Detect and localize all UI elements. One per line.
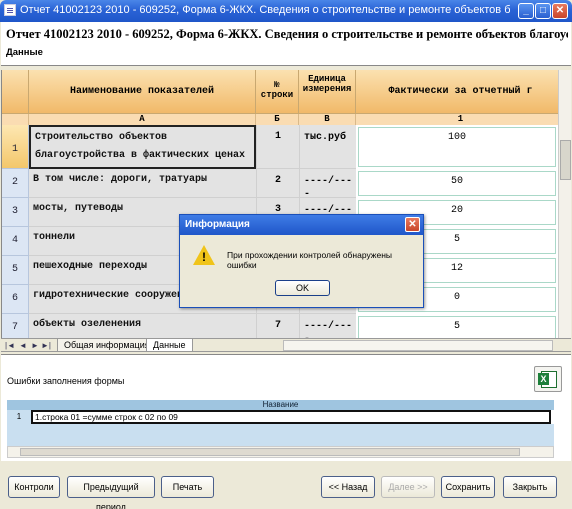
excel-export-icon[interactable]: X — [534, 366, 562, 392]
column-code-v: В — [299, 114, 356, 125]
errors-title: Ошибки заполнения формы — [7, 376, 125, 386]
info-dialog: Информация ✕ ! При прохождении контролей… — [179, 214, 424, 308]
row-header[interactable]: 2 — [2, 169, 29, 198]
report-title: Отчет 41002123 2010 - 609252, Форма 6-ЖК… — [6, 27, 568, 41]
row-header[interactable]: 1 — [2, 125, 29, 169]
app-icon — [4, 4, 16, 16]
last-sheet-icon[interactable]: ►| — [41, 341, 51, 350]
error-row[interactable]: 1.строка 01 =сумме строк с 02 по 09 — [31, 410, 551, 424]
maximize-button[interactable]: □ — [535, 3, 551, 19]
table-cell-unit[interactable]: ----/--- - — [299, 314, 356, 338]
row-header[interactable]: 5 — [2, 256, 29, 285]
table-cell-num[interactable]: 7 — [256, 314, 299, 338]
first-sheet-icon[interactable]: |◄ — [5, 341, 15, 350]
grid-horizontal-scrollbar[interactable] — [283, 340, 553, 351]
row-header[interactable]: 4 — [2, 227, 29, 256]
print-button[interactable]: Печать — [161, 476, 214, 498]
errors-panel: Ошибки заполнения формы X Название 1 1.с… — [1, 354, 571, 461]
table-cell-name[interactable]: объекты озеленения — [29, 314, 256, 338]
errors-column-header[interactable]: Название — [7, 400, 554, 410]
next-button[interactable]: Далее >> — [381, 476, 435, 498]
row-header[interactable]: 3 — [2, 198, 29, 227]
table-cell-value[interactable]: 50 — [358, 171, 556, 196]
warning-mark: ! — [202, 250, 206, 264]
table-cell-unit[interactable]: ----/--- - — [299, 169, 356, 200]
table-cell-unit[interactable]: тыс.руб — [299, 125, 356, 169]
save-button[interactable]: Сохранить — [441, 476, 495, 498]
grid-corner — [2, 70, 29, 114]
window-titlebar[interactable]: Отчет 41002123 2010 - 609252, Форма 6-ЖК… — [0, 0, 572, 22]
ok-button[interactable]: OK — [275, 280, 330, 296]
table-cell-name[interactable]: Строительство объектов благоустройства в… — [29, 125, 256, 169]
dialog-close-icon[interactable]: ✕ — [405, 217, 420, 232]
next-sheet-icon[interactable]: ► — [31, 341, 39, 350]
column-header-actual[interactable]: Фактически за отчетный г — [356, 70, 558, 114]
column-header-name[interactable]: Наименование показателей — [29, 70, 256, 114]
tab-general-info[interactable]: Общая информация — [57, 339, 157, 352]
errors-empty-area — [7, 424, 554, 446]
dialog-message: При прохождении контролей обнаружены оши… — [227, 250, 393, 270]
back-button[interactable]: << Назад — [321, 476, 375, 498]
table-cell-num[interactable]: 2 — [256, 169, 299, 198]
prev-sheet-icon[interactable]: ◄ — [19, 341, 27, 350]
column-code-b: Б — [256, 114, 299, 125]
table-cell-num[interactable]: 1 — [256, 125, 299, 169]
column-code-a: А — [29, 114, 256, 125]
previous-period-button[interactable]: Предыдущий период — [67, 476, 155, 509]
row-header[interactable]: 7 — [2, 314, 29, 338]
column-header-unit[interactable]: Единица измерения — [299, 70, 356, 114]
errors-row-header[interactable]: 1 — [7, 410, 31, 424]
grid-corner-code — [2, 114, 29, 125]
scrollbar-thumb[interactable] — [20, 448, 520, 456]
table-cell-value[interactable]: 100 — [358, 127, 556, 167]
close-button[interactable]: Закрыть — [503, 476, 557, 498]
window-title: Отчет 41002123 2010 - 609252, Форма 6-ЖК… — [20, 4, 510, 16]
scrollbar-thumb[interactable] — [560, 140, 571, 180]
sheet-tabs-bar: |◄ ◄ ► ►| Общая информация Данные — [1, 338, 571, 352]
minimize-button[interactable]: _ — [518, 3, 534, 19]
grid-vertical-scrollbar[interactable] — [558, 70, 571, 338]
row-header[interactable]: 6 — [2, 285, 29, 314]
window-close-button[interactable]: ✕ — [552, 3, 568, 19]
controls-button[interactable]: Контроли — [8, 476, 60, 498]
table-cell-value[interactable]: 5 — [358, 316, 556, 338]
table-cell-name[interactable]: В том числе: дороги, тратуары — [29, 169, 256, 198]
report-subtitle: Данные — [6, 47, 43, 58]
tab-data[interactable]: Данные — [146, 339, 193, 352]
column-header-row-number[interactable]: № строки — [256, 70, 299, 114]
errors-horizontal-scrollbar[interactable] — [7, 446, 554, 458]
column-code-1: 1 — [356, 114, 558, 125]
dialog-title[interactable]: Информация — [180, 215, 423, 235]
report-header: Отчет 41002123 2010 - 609252, Форма 6-ЖК… — [1, 22, 571, 66]
